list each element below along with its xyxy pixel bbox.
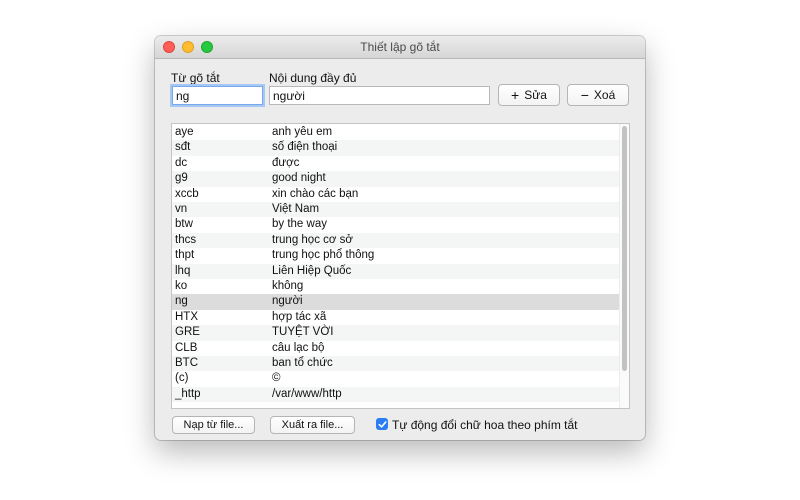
row-content: trung học cơ sở (272, 233, 353, 246)
title-bar[interactable]: Thiết lập gõ tắt (155, 36, 645, 59)
delete-button[interactable]: − Xoá (567, 84, 629, 106)
list-row[interactable]: btw by the way (172, 217, 622, 232)
content-input[interactable] (269, 86, 490, 105)
row-content: © (272, 372, 281, 385)
list-row[interactable]: BTC ban tổ chức (172, 356, 622, 372)
row-shortcut: thcs (175, 233, 197, 246)
row-shortcut: BTC (175, 357, 198, 369)
row-shortcut: lhq (175, 264, 191, 277)
list-row[interactable]: xccb xin chào các bạn (172, 187, 622, 202)
delete-button-label: Xoá (593, 88, 616, 102)
edit-button[interactable]: + Sửa (498, 84, 560, 106)
row-shortcut: HTX (175, 310, 198, 323)
row-shortcut: dc (175, 156, 188, 169)
list-row[interactable]: aye anh yêu em (172, 125, 622, 140)
scrollbar-thumb[interactable] (622, 126, 627, 371)
row-shortcut: sđt (175, 141, 191, 154)
minus-icon: − (580, 87, 589, 103)
row-content: câu lạc bộ (272, 341, 325, 354)
row-content: xin chào các bạn (272, 187, 359, 200)
row-shortcut: CLB (175, 341, 198, 354)
shortcut-label: Từ gõ tắt (171, 71, 220, 85)
row-content: trung học phổ thông (272, 249, 375, 262)
row-content: không (272, 280, 304, 292)
window-title: Thiết lập gõ tắt (360, 40, 440, 54)
row-content: good night (272, 172, 326, 185)
shortcut-input[interactable] (172, 86, 263, 105)
row-shortcut: GRE (175, 326, 200, 339)
shortcut-list[interactable]: _http/var/www/http (c) © BTC ban tổ chức CLB c… (171, 123, 630, 409)
edit-button-label: Sửa (524, 88, 547, 102)
list-scrollbar[interactable] (619, 124, 629, 408)
auto-capitalize-label[interactable]: Tự động đổi chữ hoa theo phím tắt (392, 418, 578, 432)
list-row[interactable]: ng người (172, 294, 622, 310)
row-shortcut: aye (175, 126, 194, 138)
row-content: được (272, 156, 300, 169)
row-content: TUYỆT VỜI (272, 326, 334, 339)
row-content: người (272, 295, 303, 308)
list-row[interactable]: dc được (172, 156, 622, 171)
row-shortcut: g9 (175, 172, 188, 185)
load-from-file-button[interactable]: Nạp từ file... (172, 416, 255, 434)
row-content: ban tổ chức (272, 357, 333, 369)
row-content: anh yêu em (272, 126, 333, 138)
row-content: Liên Hiệp Quốc (272, 264, 352, 277)
list-row[interactable]: (c) © (172, 371, 622, 386)
list-row[interactable]: CLB câu lạc bộ (172, 341, 622, 356)
list-row[interactable]: HTX hợp tác xã (172, 310, 622, 325)
list-row[interactable]: sđt số điện thoại (172, 140, 622, 156)
row-shortcut: xccb (175, 187, 199, 200)
row-content: by the way (272, 218, 327, 231)
plus-icon: + (511, 87, 520, 103)
shortcut-settings-window: Thiết lập gõ tắt Từ gõ tắt Nội dung đầy … (155, 36, 645, 440)
row-shortcut: ko (175, 280, 188, 292)
list-row[interactable]: g9 good night (172, 171, 622, 187)
row-content: hợp tác xã (272, 310, 327, 323)
list-row[interactable]: lhq Liên Hiệp Quốc (172, 263, 622, 279)
auto-capitalize-checkbox[interactable] (376, 418, 388, 430)
row-content: /var/www/http (272, 387, 342, 400)
list-row[interactable]: ko không (172, 279, 622, 294)
export-to-file-button[interactable]: Xuất ra file... (270, 416, 355, 434)
row-shortcut: thpt (175, 249, 195, 262)
list-row[interactable]: thcs trung học cơ sở (172, 232, 622, 249)
row-content: số điện thoại (272, 141, 338, 154)
row-shortcut: ng (175, 295, 188, 308)
row-shortcut: (c) (175, 372, 189, 385)
list-row[interactable]: _http/var/www/http (172, 386, 622, 403)
row-shortcut: btw (175, 218, 193, 231)
checkmark-icon (378, 420, 387, 428)
list-row[interactable]: vn Việt Nam (172, 202, 622, 218)
row-content: Việt Nam (272, 203, 320, 215)
row-shortcut: vn (175, 203, 188, 215)
list-row[interactable]: GRE TUYỆT VỜI (172, 325, 622, 341)
list-row[interactable]: thpt trung học phổ thông (172, 248, 622, 263)
row-shortcut: _http (175, 387, 201, 400)
content-label: Nội dung đầy đủ (269, 71, 357, 85)
